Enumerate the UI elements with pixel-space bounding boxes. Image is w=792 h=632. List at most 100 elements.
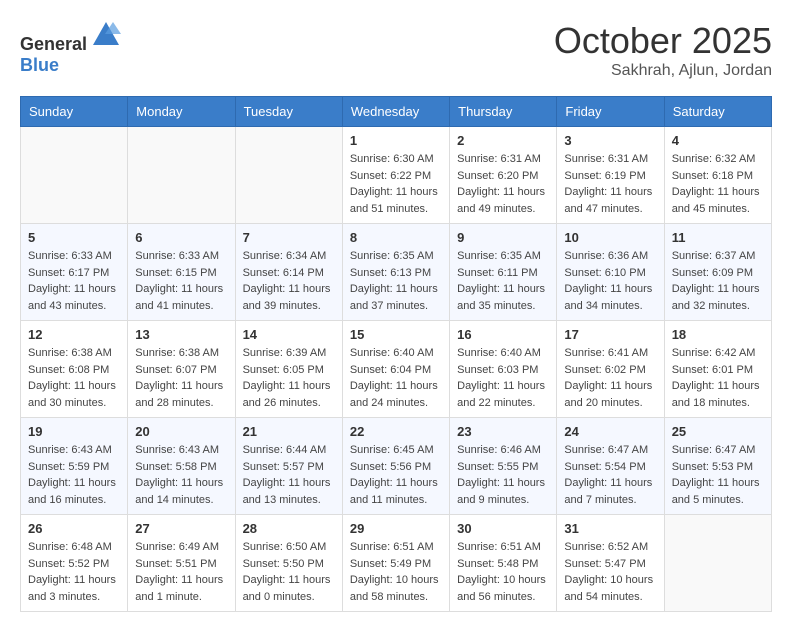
sunset-text: Sunset: 5:58 PM (135, 461, 216, 473)
day-info: Sunrise: 6:30 AM Sunset: 6:22 PM Dayligh… (350, 151, 442, 217)
daylight-text: Daylight: 11 hours and 20 minutes. (564, 380, 652, 409)
table-row: 15 Sunrise: 6:40 AM Sunset: 6:04 PM Dayl… (342, 321, 449, 418)
sunrise-text: Sunrise: 6:32 AM (672, 153, 756, 165)
day-number: 30 (457, 521, 549, 536)
day-number: 9 (457, 230, 549, 245)
day-number: 18 (672, 327, 764, 342)
col-thursday: Thursday (450, 97, 557, 127)
daylight-text: Daylight: 11 hours and 32 minutes. (672, 283, 760, 312)
table-row: 6 Sunrise: 6:33 AM Sunset: 6:15 PM Dayli… (128, 224, 235, 321)
sunrise-text: Sunrise: 6:37 AM (672, 250, 756, 262)
calendar-week-row: 1 Sunrise: 6:30 AM Sunset: 6:22 PM Dayli… (21, 127, 772, 224)
day-number: 7 (243, 230, 335, 245)
title-block: October 2025 Sakhrah, Ajlun, Jordan (554, 20, 772, 80)
day-info: Sunrise: 6:50 AM Sunset: 5:50 PM Dayligh… (243, 539, 335, 605)
table-row: 4 Sunrise: 6:32 AM Sunset: 6:18 PM Dayli… (664, 127, 771, 224)
sunset-text: Sunset: 6:11 PM (457, 267, 538, 279)
col-saturday: Saturday (664, 97, 771, 127)
day-info: Sunrise: 6:35 AM Sunset: 6:11 PM Dayligh… (457, 248, 549, 314)
day-number: 20 (135, 424, 227, 439)
table-row: 24 Sunrise: 6:47 AM Sunset: 5:54 PM Dayl… (557, 418, 664, 515)
table-row: 14 Sunrise: 6:39 AM Sunset: 6:05 PM Dayl… (235, 321, 342, 418)
day-info: Sunrise: 6:32 AM Sunset: 6:18 PM Dayligh… (672, 151, 764, 217)
col-wednesday: Wednesday (342, 97, 449, 127)
sunrise-text: Sunrise: 6:35 AM (457, 250, 541, 262)
daylight-text: Daylight: 11 hours and 35 minutes. (457, 283, 545, 312)
sunset-text: Sunset: 6:22 PM (350, 170, 431, 182)
table-row: 19 Sunrise: 6:43 AM Sunset: 5:59 PM Dayl… (21, 418, 128, 515)
daylight-text: Daylight: 11 hours and 3 minutes. (28, 574, 116, 603)
day-info: Sunrise: 6:37 AM Sunset: 6:09 PM Dayligh… (672, 248, 764, 314)
sunset-text: Sunset: 6:19 PM (564, 170, 645, 182)
day-info: Sunrise: 6:31 AM Sunset: 6:19 PM Dayligh… (564, 151, 656, 217)
col-sunday: Sunday (21, 97, 128, 127)
daylight-text: Daylight: 11 hours and 24 minutes. (350, 380, 438, 409)
sunset-text: Sunset: 5:52 PM (28, 558, 109, 570)
daylight-text: Daylight: 10 hours and 58 minutes. (350, 574, 439, 603)
sunset-text: Sunset: 6:03 PM (457, 364, 538, 376)
logo-text: General Blue (20, 20, 121, 76)
sunset-text: Sunset: 5:54 PM (564, 461, 645, 473)
daylight-text: Daylight: 11 hours and 0 minutes. (243, 574, 331, 603)
table-row: 26 Sunrise: 6:48 AM Sunset: 5:52 PM Dayl… (21, 515, 128, 612)
logo-blue: Blue (20, 55, 59, 75)
day-number: 14 (243, 327, 335, 342)
day-info: Sunrise: 6:51 AM Sunset: 5:48 PM Dayligh… (457, 539, 549, 605)
day-number: 25 (672, 424, 764, 439)
sunset-text: Sunset: 5:49 PM (350, 558, 431, 570)
logo: General Blue (20, 20, 121, 76)
day-number: 13 (135, 327, 227, 342)
sunrise-text: Sunrise: 6:30 AM (350, 153, 434, 165)
day-info: Sunrise: 6:36 AM Sunset: 6:10 PM Dayligh… (564, 248, 656, 314)
sunset-text: Sunset: 5:56 PM (350, 461, 431, 473)
sunrise-text: Sunrise: 6:45 AM (350, 444, 434, 456)
sunrise-text: Sunrise: 6:40 AM (350, 347, 434, 359)
table-row: 29 Sunrise: 6:51 AM Sunset: 5:49 PM Dayl… (342, 515, 449, 612)
sunrise-text: Sunrise: 6:51 AM (350, 541, 434, 553)
sunrise-text: Sunrise: 6:35 AM (350, 250, 434, 262)
table-row (128, 127, 235, 224)
day-number: 27 (135, 521, 227, 536)
day-number: 24 (564, 424, 656, 439)
daylight-text: Daylight: 11 hours and 37 minutes. (350, 283, 438, 312)
day-info: Sunrise: 6:31 AM Sunset: 6:20 PM Dayligh… (457, 151, 549, 217)
daylight-text: Daylight: 11 hours and 30 minutes. (28, 380, 116, 409)
sunrise-text: Sunrise: 6:36 AM (564, 250, 648, 262)
sunrise-text: Sunrise: 6:52 AM (564, 541, 648, 553)
table-row: 12 Sunrise: 6:38 AM Sunset: 6:08 PM Dayl… (21, 321, 128, 418)
daylight-text: Daylight: 10 hours and 54 minutes. (564, 574, 653, 603)
day-info: Sunrise: 6:46 AM Sunset: 5:55 PM Dayligh… (457, 442, 549, 508)
sunset-text: Sunset: 6:04 PM (350, 364, 431, 376)
sunrise-text: Sunrise: 6:51 AM (457, 541, 541, 553)
day-info: Sunrise: 6:49 AM Sunset: 5:51 PM Dayligh… (135, 539, 227, 605)
day-info: Sunrise: 6:35 AM Sunset: 6:13 PM Dayligh… (350, 248, 442, 314)
sunrise-text: Sunrise: 6:43 AM (135, 444, 219, 456)
day-number: 31 (564, 521, 656, 536)
sunset-text: Sunset: 5:47 PM (564, 558, 645, 570)
day-info: Sunrise: 6:33 AM Sunset: 6:17 PM Dayligh… (28, 248, 120, 314)
table-row (664, 515, 771, 612)
table-row: 3 Sunrise: 6:31 AM Sunset: 6:19 PM Dayli… (557, 127, 664, 224)
day-info: Sunrise: 6:39 AM Sunset: 6:05 PM Dayligh… (243, 345, 335, 411)
sunrise-text: Sunrise: 6:31 AM (457, 153, 541, 165)
sunset-text: Sunset: 6:10 PM (564, 267, 645, 279)
daylight-text: Daylight: 11 hours and 26 minutes. (243, 380, 331, 409)
sunset-text: Sunset: 5:59 PM (28, 461, 109, 473)
day-info: Sunrise: 6:47 AM Sunset: 5:53 PM Dayligh… (672, 442, 764, 508)
day-number: 12 (28, 327, 120, 342)
day-number: 21 (243, 424, 335, 439)
sunset-text: Sunset: 6:07 PM (135, 364, 216, 376)
day-info: Sunrise: 6:48 AM Sunset: 5:52 PM Dayligh… (28, 539, 120, 605)
day-info: Sunrise: 6:47 AM Sunset: 5:54 PM Dayligh… (564, 442, 656, 508)
daylight-text: Daylight: 11 hours and 14 minutes. (135, 477, 223, 506)
daylight-text: Daylight: 11 hours and 49 minutes. (457, 186, 545, 215)
daylight-text: Daylight: 11 hours and 11 minutes. (350, 477, 438, 506)
table-row (235, 127, 342, 224)
sunrise-text: Sunrise: 6:44 AM (243, 444, 327, 456)
day-info: Sunrise: 6:52 AM Sunset: 5:47 PM Dayligh… (564, 539, 656, 605)
table-row: 27 Sunrise: 6:49 AM Sunset: 5:51 PM Dayl… (128, 515, 235, 612)
sunrise-text: Sunrise: 6:48 AM (28, 541, 112, 553)
calendar-week-row: 19 Sunrise: 6:43 AM Sunset: 5:59 PM Dayl… (21, 418, 772, 515)
sunrise-text: Sunrise: 6:38 AM (28, 347, 112, 359)
daylight-text: Daylight: 11 hours and 9 minutes. (457, 477, 545, 506)
